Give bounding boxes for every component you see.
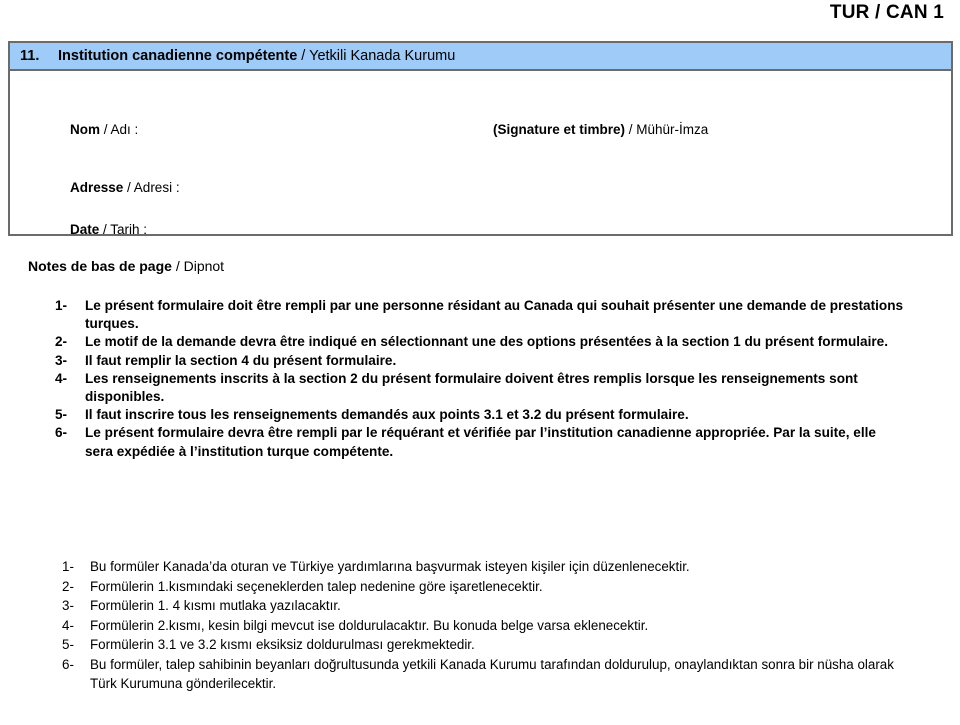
field-label-name-tr: / Adı : [100,122,139,137]
list-item: 1- Bu formüler Kanada’da oturan ve Türkiy… [62,557,912,577]
list-item-text: Les renseignements inscrits à la section… [85,370,858,405]
field-label-date: Date / Tarih : [70,222,148,238]
list-item-text: Formülerin 2.kısmı, kesin bilgi mevcut i… [90,617,649,633]
list-item: 2- Formülerin 1.kısmındaki seçeneklerden … [62,577,912,597]
notes-heading-fr: Notes de bas de page [28,258,172,274]
field-label-name: Nom / Adı : [70,122,139,138]
list-item-text: Le présent formulaire devra être rempli … [85,425,876,459]
list-item: 6- Bu formüler, talep sahibinin beyanları… [62,655,912,694]
list-item-text: Formülerin 1.kısmındaki seçeneklerden ta… [90,578,543,594]
list-item: 5- Formülerin 3.1 ve 3.2 kısmı eksiksiz d… [62,635,912,655]
section-number: 11. [20,48,40,64]
field-label-date-fr: Date [70,222,100,237]
section-title-tr: Yetkili Kanada Kurumu [309,48,456,64]
list-item-text: Il faut inscrire tous les renseignements… [85,407,689,423]
section-11-body: Nom / Adı : (Signature et timbre) / Mühü… [10,71,951,237]
field-label-date-tr: / Tarih : [99,222,148,237]
field-label-address: Adresse / Adresi : [70,180,180,196]
list-item-text: Le motif de la demande devra être indiqu… [85,334,888,350]
list-item-number: 3- [62,598,74,613]
list-item: 3- Il faut remplir la section 4 du présen… [55,352,905,370]
list-item-number: 5- [62,637,74,652]
notes-heading: Notes de bas de page / Dipnot [28,258,224,274]
section-title: Institution canadienne compétente / Yetk… [58,48,455,64]
list-item: 6- Le présent formulaire devra être rempl… [55,424,905,460]
list-item: 4- Formülerin 2.kısmı, kesin bilgi mevcut… [62,616,912,636]
list-item: 5- Il faut inscrire tous les renseignemen… [55,406,905,424]
list-item-text: Bu formüler, talep sahibinin beyanları d… [90,656,894,692]
section-title-separator: / [297,48,310,64]
list-item: 1- Le présent formulaire doit être rempli… [55,297,905,333]
footnotes-french: 1- Le présent formulaire doit être rempli… [55,297,905,461]
list-item-number: 2- [62,578,74,594]
list-item-text: Formülerin 1. 4 kısmı mutlaka yazılacakt… [90,598,341,613]
list-item-number: 1- [62,559,74,574]
list-item-text: Formülerin 3.1 ve 3.2 kısmı eksiksiz dol… [90,637,475,652]
notes-heading-tr: / Dipnot [171,258,225,274]
list-item: 4- Les renseignements inscrits à la secti… [55,370,905,406]
section-11-header-bar: 11. Institution canadienne compétente / … [10,43,951,71]
list-item-number: 3- [55,352,68,368]
list-item-number: 6- [62,656,74,672]
list-item-number: 1- [55,298,68,313]
footnotes-turkish: 1- Bu formüler Kanada’da oturan ve Türkiy… [62,557,912,694]
section-title-fr: Institution canadienne compétente [58,48,298,64]
list-item-number: 4- [55,370,68,386]
list-item-number: 5- [55,407,68,423]
field-label-signature-tr: / Mühür-İmza [625,122,709,137]
list-item: 2- Le motif de la demande devra être indi… [55,333,905,351]
field-label-signature-fr: (Signature et timbre) [493,122,626,137]
list-item-text: Il faut remplir la section 4 du présent … [85,352,397,368]
section-11-box: 11. Institution canadienne compétente / … [8,41,953,237]
field-label-address-tr: / Adresi : [123,180,180,195]
list-item-text: Le présent formulaire doit être rempli p… [85,298,904,332]
list-item-number: 2- [55,334,68,350]
field-label-address-fr: Adresse [70,180,124,195]
list-item-number: 6- [55,425,68,441]
list-item: 3- Formülerin 1. 4 kısmı mutlaka yazılaca… [62,596,912,616]
field-label-signature: (Signature et timbre) / Mühür-İmza [493,122,709,138]
list-item-text: Bu formüler Kanada’da oturan ve Türkiye … [90,559,690,574]
field-label-name-fr: Nom [70,122,100,137]
page-header-code: TUR / CAN 1 [829,2,944,23]
list-item-number: 4- [62,617,74,633]
